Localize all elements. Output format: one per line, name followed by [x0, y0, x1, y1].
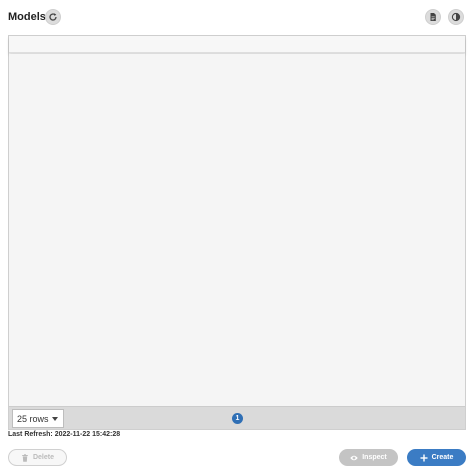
create-label: Create: [431, 454, 454, 461]
refresh-button[interactable]: [45, 9, 61, 25]
trash-icon: [22, 453, 28, 462]
delete-label: Delete: [32, 454, 54, 461]
create-button[interactable]: Create: [407, 449, 466, 466]
contrast-icon: [451, 12, 461, 22]
refresh-icon: [49, 13, 57, 21]
table-body: [9, 54, 465, 405]
plus-icon: [420, 454, 428, 461]
rows-per-page-select[interactable]: 25 rows: [12, 409, 64, 428]
last-refresh-label: Last Refresh:: [8, 431, 53, 438]
delete-button[interactable]: Delete: [8, 449, 67, 466]
inspect-button[interactable]: Inspect: [339, 449, 398, 466]
models-page: Models 25 rows 1 Last Refresh: 2022-11-2…: [0, 0, 474, 474]
last-refresh-value: 2022-11-22 15:42:28: [54, 431, 121, 438]
page-indicator[interactable]: 1: [232, 413, 243, 424]
contrast-button[interactable]: [448, 9, 464, 25]
document-icon: [430, 13, 436, 21]
last-refresh: Last Refresh: 2022-11-22 15:42:28: [8, 431, 122, 438]
inspect-label: Inspect: [362, 454, 387, 461]
models-table: 25 rows 1: [8, 35, 466, 430]
table-header: [9, 36, 465, 53]
rows-per-page-label: 25 rows: [17, 413, 49, 424]
eye-icon: [350, 455, 358, 460]
table-footer: 25 rows 1: [9, 406, 465, 429]
chevron-down-icon: [52, 417, 58, 421]
page-title: Models: [8, 11, 46, 23]
document-button[interactable]: [425, 9, 441, 25]
